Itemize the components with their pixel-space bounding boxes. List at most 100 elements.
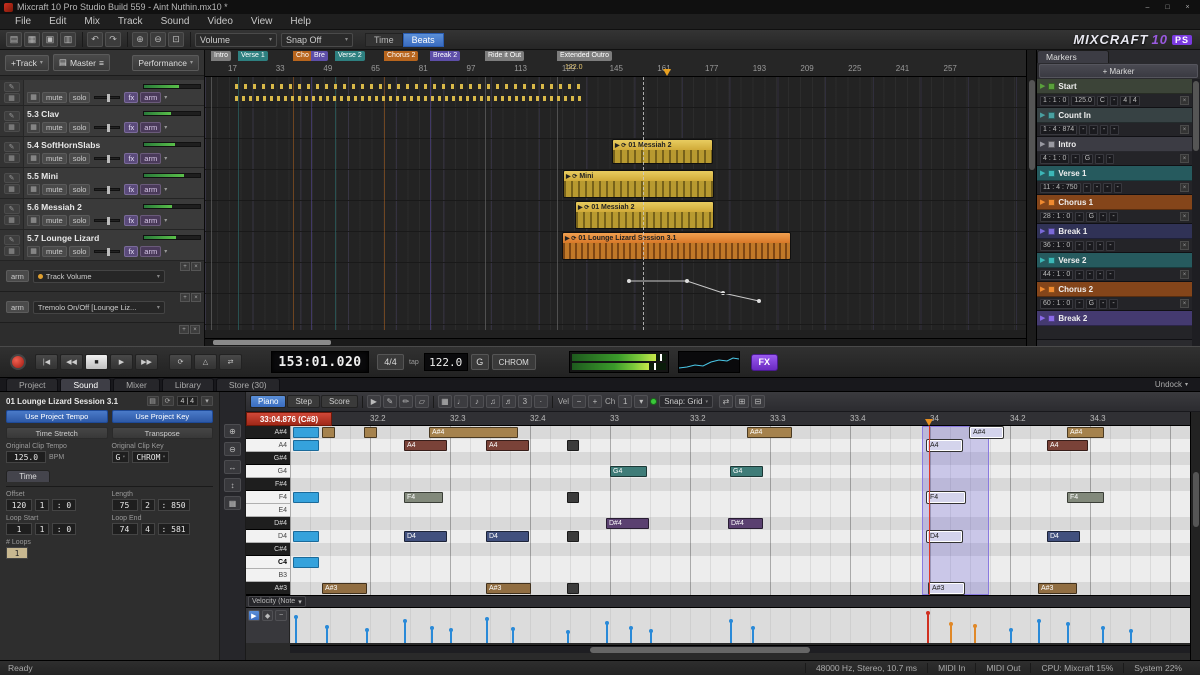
tab-store-30-[interactable]: Store (30) bbox=[216, 378, 280, 391]
automation-arm-button[interactable]: arm bbox=[6, 301, 29, 313]
fx-button[interactable]: fx bbox=[124, 92, 138, 103]
midi-note[interactable]: A#4 bbox=[1067, 427, 1104, 438]
marker-value[interactable]: 60 : 1 : 0 bbox=[1040, 299, 1073, 309]
timeline-marker-flag[interactable]: Extended Outro bbox=[557, 51, 612, 61]
arm-button[interactable]: arm bbox=[140, 184, 161, 195]
marker-row[interactable]: ▶Count In1 : 4 : 874----× bbox=[1037, 108, 1192, 137]
fx-button[interactable]: fx bbox=[124, 153, 138, 164]
pencil-icon[interactable]: ✎ bbox=[4, 173, 20, 183]
timeline-marker-flag[interactable]: Break 2 bbox=[430, 51, 460, 61]
note-length-icon-3[interactable]: ♬ bbox=[502, 395, 516, 408]
marker-delete-button[interactable]: × bbox=[1180, 125, 1189, 134]
marker-value[interactable]: - bbox=[1089, 125, 1097, 135]
marker-value[interactable]: - bbox=[1110, 125, 1118, 135]
automation-type-select[interactable]: Volume ▾ bbox=[195, 33, 277, 47]
track-volume-slider[interactable] bbox=[143, 204, 201, 209]
lane-close-button[interactable]: × bbox=[190, 325, 200, 334]
piano-key-fs4[interactable]: F#4 bbox=[246, 478, 290, 491]
track-volume-slider[interactable] bbox=[143, 111, 201, 116]
menu-sound[interactable]: Sound bbox=[152, 14, 199, 30]
note-length-icon-0[interactable]: ♩ bbox=[454, 395, 468, 408]
timeline-marker-flag[interactable]: Bre bbox=[311, 51, 328, 61]
velocity-minus-button[interactable]: − bbox=[572, 395, 586, 408]
track-name[interactable]: 5.6 Messiah 2 bbox=[27, 202, 82, 212]
mute-button[interactable]: mute bbox=[42, 215, 67, 226]
piano-roll-v-scrollbar-thumb[interactable] bbox=[1193, 472, 1199, 527]
piano-key-e4[interactable]: E4 bbox=[246, 504, 290, 517]
arm-button[interactable]: arm bbox=[140, 246, 161, 257]
marker-value[interactable]: - bbox=[1103, 183, 1111, 193]
original-key-select[interactable]: G ▾ bbox=[112, 451, 130, 463]
marker-value[interactable]: - bbox=[1095, 154, 1103, 164]
chevron-down-icon[interactable]: ▾ bbox=[634, 395, 648, 408]
tab-library[interactable]: Library bbox=[162, 378, 214, 391]
tap-tempo-label[interactable]: tap bbox=[409, 359, 419, 366]
piano-roll-ruler[interactable]: 32.232.332.43333.233.333.43434.234.3 bbox=[290, 412, 1190, 426]
marker-delete-button[interactable]: × bbox=[1180, 183, 1189, 192]
midi-note[interactable] bbox=[293, 531, 319, 542]
menu-mix[interactable]: Mix bbox=[75, 14, 109, 30]
loop-start-ticks-field[interactable]: : 0 bbox=[52, 523, 76, 535]
chord-grid-icon[interactable]: ▦ bbox=[438, 395, 452, 408]
marker-play-icon[interactable]: ▶ bbox=[1040, 169, 1045, 177]
arm-button[interactable]: arm bbox=[140, 92, 161, 103]
midi-note[interactable]: A#3 bbox=[322, 583, 367, 594]
fx-button[interactable]: fx bbox=[124, 215, 138, 226]
velocity-type-select[interactable]: Velocity (Note ▾ bbox=[248, 596, 306, 607]
zoom-v-icon[interactable]: ⊟ bbox=[751, 395, 765, 408]
menu-track[interactable]: Track bbox=[109, 14, 152, 30]
offset-bars-field[interactable]: 120 bbox=[6, 499, 32, 511]
velocity-stem[interactable] bbox=[431, 628, 433, 643]
fx-button[interactable]: fx bbox=[124, 246, 138, 257]
marker-value[interactable]: - bbox=[1075, 212, 1083, 222]
velocity-stem[interactable] bbox=[730, 621, 732, 643]
track-volume-slider[interactable] bbox=[143, 84, 201, 89]
snap-select[interactable]: Snap Off ▾ bbox=[281, 33, 353, 47]
time-tab[interactable]: Time bbox=[6, 470, 50, 482]
mute-button[interactable]: mute bbox=[42, 92, 67, 103]
midi-note[interactable]: G4 bbox=[730, 466, 763, 477]
midi-note[interactable]: A4 bbox=[927, 440, 962, 451]
marker-value[interactable]: G bbox=[1086, 212, 1097, 222]
time-stretch-button[interactable]: Time Stretch bbox=[6, 427, 108, 439]
velocity-stem[interactable] bbox=[630, 628, 632, 643]
marker-value[interactable]: 1 : 1 : 0 bbox=[1040, 96, 1069, 106]
midi-note[interactable] bbox=[293, 440, 319, 451]
midi-note[interactable]: D4 bbox=[404, 531, 447, 542]
track-grid-icon[interactable]: ▦ bbox=[27, 92, 40, 103]
marker-value[interactable]: - bbox=[1075, 270, 1083, 280]
track-menu-chevron[interactable]: ▾ bbox=[164, 124, 167, 131]
arrange-h-scrollbar-thumb[interactable] bbox=[213, 340, 331, 345]
midi-note[interactable]: A#3 bbox=[486, 583, 531, 594]
marker-value[interactable]: G bbox=[1086, 299, 1097, 309]
menu-video[interactable]: Video bbox=[198, 14, 241, 30]
rewind-button[interactable]: ◀◀ bbox=[60, 354, 83, 370]
mute-button[interactable]: mute bbox=[42, 122, 67, 133]
marker-delete-button[interactable]: × bbox=[1180, 212, 1189, 221]
velocity-lane[interactable] bbox=[290, 608, 1190, 643]
audio-clip[interactable] bbox=[235, 79, 581, 106]
loop-start-bars-field[interactable]: 1 bbox=[6, 523, 32, 535]
audio-clip[interactable]: ▶ ⟳Mini bbox=[563, 170, 714, 198]
dotted-note-button[interactable]: · bbox=[534, 395, 548, 408]
pencil-icon[interactable]: ✎ bbox=[4, 235, 20, 245]
marker-value[interactable]: - bbox=[1096, 270, 1104, 280]
marker-delete-button[interactable]: × bbox=[1180, 96, 1189, 105]
marker-play-icon[interactable]: ▶ bbox=[1040, 314, 1045, 322]
time-display[interactable]: 153:01.020 bbox=[271, 351, 369, 373]
marker-row[interactable]: ▶Chorus 128 : 1 : 0-G--× bbox=[1037, 195, 1192, 224]
marker-value[interactable]: 11 : 4 : 750 bbox=[1040, 183, 1081, 193]
pan-slider[interactable] bbox=[94, 96, 120, 99]
marker-play-icon[interactable]: ▶ bbox=[1040, 227, 1045, 235]
save-icon[interactable]: ▣ bbox=[42, 32, 58, 47]
loop-end-bars-field[interactable]: 74 bbox=[112, 523, 138, 535]
loop-end-ticks-field[interactable]: : 581 bbox=[158, 523, 190, 535]
track-grid-icon[interactable]: ▦ bbox=[27, 246, 40, 257]
editor-mode-score[interactable]: Score bbox=[321, 395, 358, 408]
midi-note[interactable] bbox=[322, 427, 335, 438]
track-name[interactable]: 5.5 Mini bbox=[27, 171, 58, 181]
midi-note[interactable]: A#4 bbox=[747, 427, 792, 438]
tab-sound[interactable]: Sound bbox=[60, 378, 111, 391]
fx-button[interactable]: fx bbox=[124, 184, 138, 195]
tempo-display[interactable]: 122.0 bbox=[424, 353, 468, 371]
